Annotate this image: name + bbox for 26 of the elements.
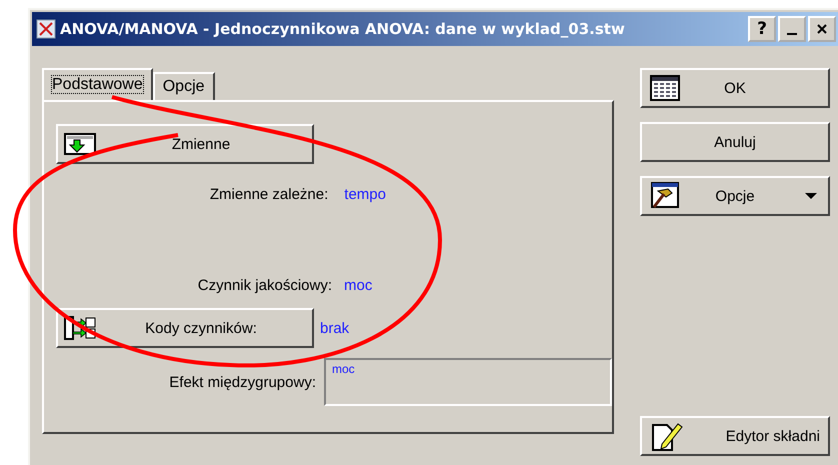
field-label: Efekt międzygrupowy: [169, 374, 316, 390]
window-title: ANOVA/MANOVA - Jednoczynnikowa ANOVA: dane w wyklad_03.stw [60, 20, 626, 38]
hammer-icon [650, 182, 680, 210]
minimize-button[interactable] [778, 16, 806, 42]
caret-icon [804, 192, 818, 200]
ok-button[interactable]: OK [640, 68, 830, 108]
effect-field[interactable]: moc [324, 358, 612, 406]
factor-codes-value: brak [320, 320, 350, 336]
close-icon [816, 23, 828, 35]
field-label: Zmienne zależne: [210, 186, 328, 203]
tab[interactable]: Podstawowe [42, 68, 153, 100]
tab[interactable]: Opcje [152, 72, 215, 100]
help-button[interactable]: ? [748, 16, 776, 42]
close-button[interactable] [808, 16, 836, 42]
field-value: tempo [344, 186, 386, 203]
options-button[interactable]: Opcje [640, 176, 830, 216]
minimize-icon [787, 33, 797, 35]
arrows-icon [64, 315, 96, 341]
field-label: Czynnik jakościowy: [198, 277, 332, 294]
cancel-button[interactable]: Anuluj [640, 122, 830, 162]
variables-button[interactable]: Zmienne [56, 124, 314, 164]
syntax-editor-button[interactable]: Edytor składni [640, 416, 830, 456]
table-icon [650, 75, 680, 101]
table-icon [36, 19, 56, 39]
field-value: moc [344, 277, 374, 294]
factor-codes-button[interactable]: Kody czynników: [56, 308, 314, 348]
